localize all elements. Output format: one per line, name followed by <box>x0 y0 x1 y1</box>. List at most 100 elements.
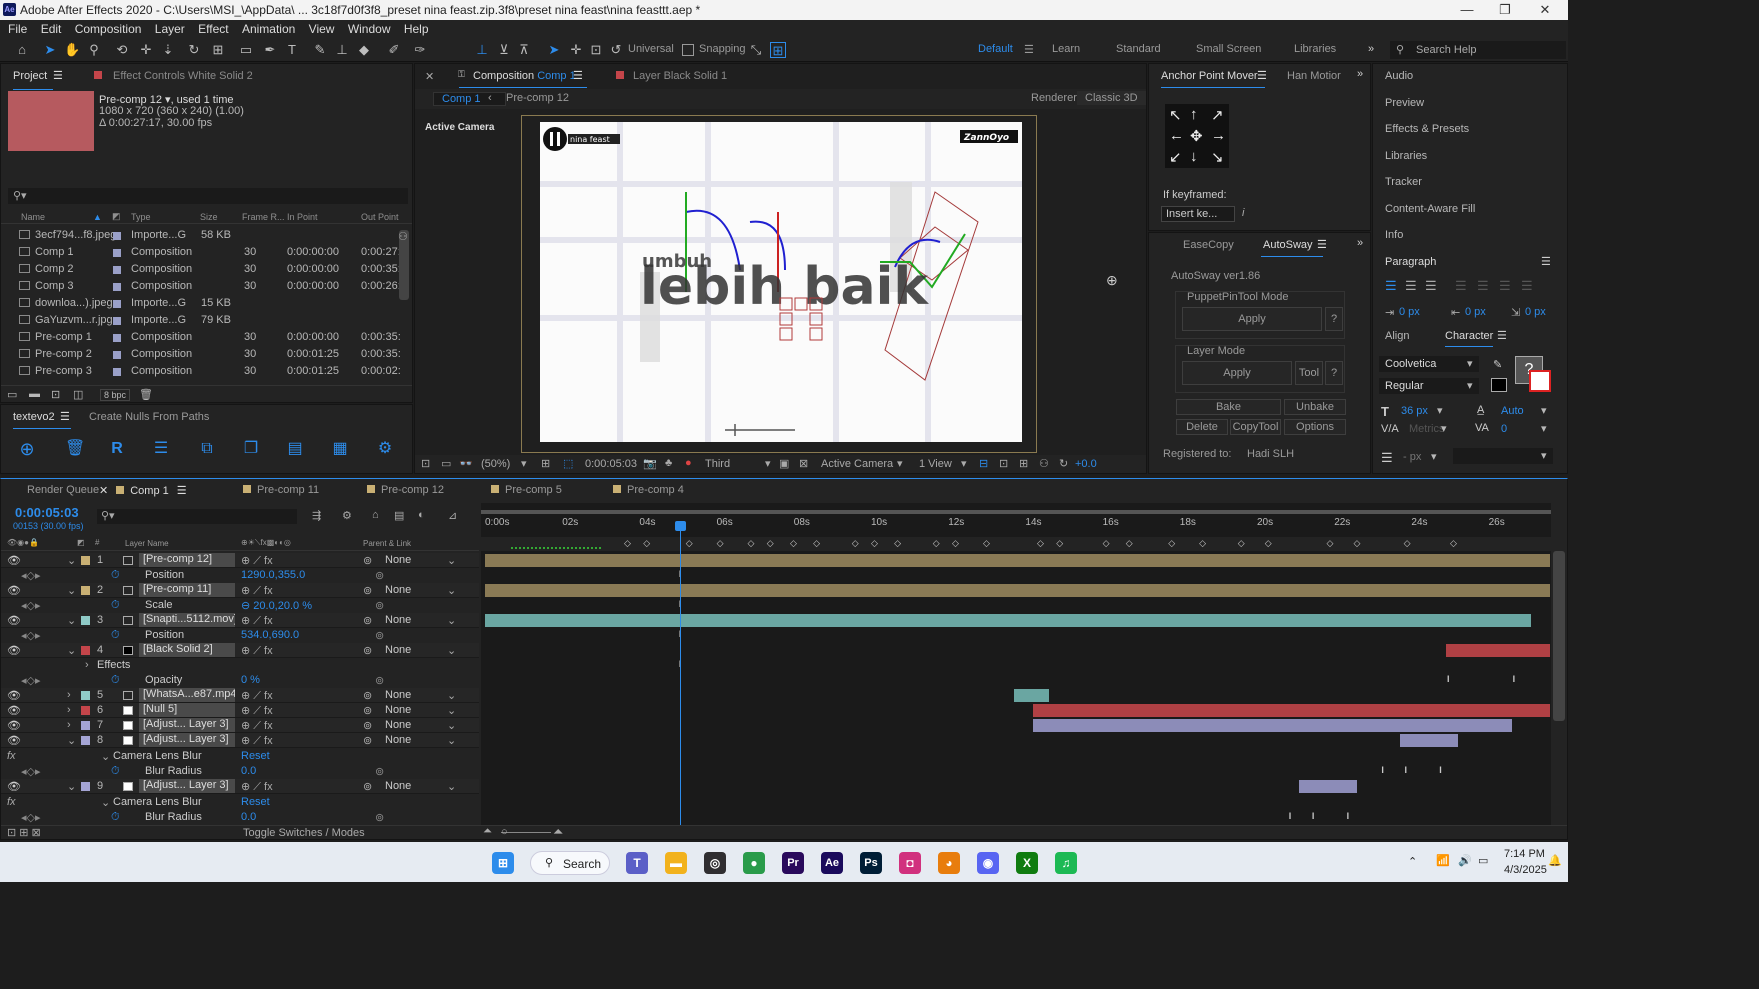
workspace-more[interactable]: » <box>1368 43 1374 55</box>
panel-tracker[interactable]: Tracker <box>1385 176 1422 188</box>
comp-flowchart-icon[interactable]: ⇶ <box>312 509 321 522</box>
list-item[interactable]: Comp 2 Composition 30 0:00:00:00 0:00:35: <box>1 261 401 278</box>
add-icon[interactable]: ⊕ <box>19 440 35 458</box>
renderer-select[interactable]: Classic 3D <box>1077 91 1146 105</box>
scale-icon[interactable]: ⊡ <box>588 42 604 58</box>
preview-options-icon[interactable]: ⊡ <box>421 457 430 470</box>
parent-pickwhip-icon[interactable]: ⊚ <box>363 734 372 747</box>
search-help-field[interactable]: ⚲ Search Help <box>1390 41 1566 59</box>
keyframe-marker[interactable]: ◇ <box>643 538 650 549</box>
toggle-switches-modes[interactable]: Toggle Switches / Modes <box>243 827 365 839</box>
parent-pickwhip-icon[interactable]: ⊚ <box>363 614 372 627</box>
expand-chevron-icon[interactable]: ⌄ <box>67 734 76 747</box>
comp-canvas[interactable]: umbuh lebih baik nina feast ZannOyo <box>540 122 1022 442</box>
parent-pickwhip-icon[interactable]: ⊚ <box>363 780 372 793</box>
grid-icon[interactable]: ▦ <box>332 441 348 457</box>
col-size[interactable]: Size <box>200 212 218 222</box>
stopwatch-icon[interactable]: ⏱ <box>111 569 120 582</box>
roto-brush-icon[interactable]: ✐ <box>386 42 402 58</box>
textevo-menu-icon[interactable]: ☰ <box>60 410 70 423</box>
tab-pre-comp-4[interactable]: Pre-comp 4 <box>613 484 684 496</box>
comp-timecode[interactable]: 0:00:05:03 <box>585 458 637 470</box>
copytool-button[interactable]: CopyTool <box>1230 419 1281 435</box>
expand-chevron-icon[interactable]: › <box>85 659 89 671</box>
unbake-button[interactable]: Unbake <box>1284 399 1346 415</box>
tab-effect-controls[interactable]: Effect Controls White Solid 2 <box>113 70 253 82</box>
panel-libraries[interactable]: Libraries <box>1385 150 1427 162</box>
switches-icon[interactable]: ⊕ ⟋ fx <box>241 644 273 658</box>
keyframe-marker[interactable]: ◇ <box>952 538 959 549</box>
lock-icon[interactable]: ⚿ <box>458 69 465 80</box>
eraser-tool-icon[interactable]: ◆ <box>356 42 372 58</box>
layer-row-9[interactable]: 👁 ⌄ 9 [Adjust... Layer 3] ⊕ ⟋ fx ⊚ None ⌄ <box>1 779 479 794</box>
keyframe-marker[interactable]: ◇ <box>1126 538 1133 549</box>
arrow-down-left-icon[interactable]: ↙ <box>1169 148 1182 166</box>
layer-row-7[interactable]: 👁 › 7 [Adjust... Layer 3] ⊕ ⟋ fx ⊚ None ⌄ <box>1 718 479 733</box>
rotate-tool-icon[interactable]: ↻ <box>186 42 202 58</box>
list-item[interactable]: downloa...).jpeg Importe...G 15 KB <box>1 295 401 312</box>
layer-duration-bar[interactable] <box>1399 734 1458 747</box>
delete-button[interactable]: Delete <box>1176 419 1228 435</box>
tab-autosway[interactable]: AutoSway <box>1263 239 1313 251</box>
keyframe-marker[interactable]: ◇ <box>1450 538 1457 549</box>
property-row[interactable]: ◂◇▸ ⏱ Blur Radius 0.0 ⊚ <box>1 810 479 825</box>
chrome-icon[interactable]: ● <box>743 852 765 874</box>
pan-behind-icon[interactable]: ⊞ <box>210 42 226 58</box>
tab-pre-comp-11[interactable]: Pre-comp 11 <box>243 484 319 496</box>
font-style-select[interactable]: Regular ▾ <box>1379 378 1479 394</box>
trash-icon[interactable]: 🗑 <box>139 388 153 401</box>
show-snapshot-icon[interactable]: ♣ <box>665 457 672 469</box>
bake-button[interactable]: Bake <box>1176 399 1281 415</box>
stroke-width-value[interactable]: - px <box>1403 451 1421 463</box>
parent-pickwhip-icon[interactable]: ⊚ <box>363 584 372 597</box>
keyframe-marker[interactable]: ◇ <box>894 538 901 549</box>
arrow-select-icon[interactable]: ➤ <box>546 42 562 58</box>
shapes-icon[interactable]: ⧉ <box>199 441 215 457</box>
copy-icon[interactable]: ❐ <box>243 441 259 457</box>
expression-pickwhip-icon[interactable]: ⊚ <box>375 811 384 824</box>
align-right-icon[interactable]: ☰ <box>1425 278 1437 294</box>
project-search-input[interactable]: ⚲▾ <box>8 188 408 204</box>
visibility-icon[interactable]: 👁 <box>7 719 21 732</box>
keyframe-marker[interactable]: ◇ <box>1103 538 1110 549</box>
volume-icon[interactable]: 🔊 <box>1458 854 1472 867</box>
rotate-icon[interactable]: ↺ <box>608 42 624 58</box>
keyframe[interactable]: I <box>1405 765 1408 775</box>
property-value[interactable]: 0.0 <box>241 765 256 777</box>
anchor-menu-icon[interactable]: ☰ <box>1257 69 1267 82</box>
keyframe-marker[interactable]: ◇ <box>1056 538 1063 549</box>
property-value[interactable]: 1290.0,355.0 <box>241 569 305 581</box>
layer-name[interactable]: [Pre-comp 12] <box>139 553 235 567</box>
property-row[interactable]: ◂◇▸ ⏱ Position 1290.0,355.0 ⊚ <box>1 568 479 583</box>
list-item[interactable]: Pre-comp 3 Composition 30 0:00:01:25 0:00:02… <box>1 363 401 380</box>
font-size-value[interactable]: 36 px <box>1401 405 1428 417</box>
exposure-value[interactable]: +0.0 <box>1075 458 1097 470</box>
fit-icon[interactable]: ⊞ <box>541 457 550 470</box>
switches-icon[interactable]: ⊕ ⟋ fx <box>241 689 273 703</box>
arrow-down-icon[interactable]: ↓ <box>1190 148 1198 165</box>
list-item[interactable]: Pre-comp 2 Composition 30 0:00:01:25 0:00:35… <box>1 346 401 363</box>
view-select[interactable]: Third <box>705 458 730 470</box>
keyframe[interactable]: I <box>1513 674 1516 684</box>
visibility-icon[interactable]: 👁 <box>7 584 21 597</box>
col-layer-name[interactable]: Layer Name <box>125 539 169 548</box>
anchor-target-icon[interactable]: ⊕ <box>1106 272 1118 289</box>
justify-left-icon[interactable]: ☰ <box>1455 278 1467 294</box>
panel-more-icon[interactable]: » <box>1357 237 1363 249</box>
expand-chevron-icon[interactable]: ⌄ <box>101 796 110 809</box>
keyframe-marker[interactable]: ◇ <box>624 538 631 549</box>
col-type[interactable]: Type <box>131 212 151 222</box>
parent-pickwhip-icon[interactable]: ⊚ <box>363 704 372 717</box>
motion-blur-icon[interactable]: ◐ <box>418 509 425 521</box>
tab-render-queue[interactable]: Render Queue <box>27 484 99 496</box>
expression-pickwhip-icon[interactable]: ⊚ <box>375 569 384 582</box>
switches-icon[interactable]: ⊕ ⟋ fx <box>241 719 273 733</box>
stroke-color-swatch[interactable] <box>1529 370 1551 392</box>
keyframe-marker[interactable]: ◇ <box>1238 538 1245 549</box>
text-icon[interactable]: R <box>109 441 125 457</box>
property-value[interactable]: 534.0,690.0 <box>241 629 299 641</box>
display-icon[interactable]: ▭ <box>441 457 451 470</box>
menu-window[interactable]: Window <box>348 20 391 38</box>
col-parent[interactable]: Parent & Link <box>363 539 411 548</box>
list-item[interactable]: Comp 3 Composition 30 0:00:00:00 0:00:26: <box>1 278 401 295</box>
